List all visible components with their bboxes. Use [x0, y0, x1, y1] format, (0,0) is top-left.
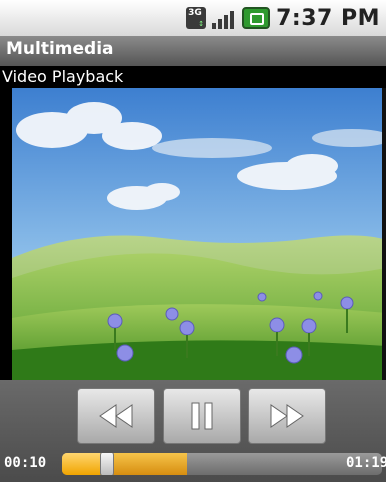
rewind-icon — [99, 404, 133, 428]
seek-row: 00:10 01:19 — [0, 450, 386, 478]
fast-forward-icon — [270, 404, 304, 428]
status-icons: 3G ↕ 7:37 PM — [186, 0, 380, 36]
seek-bar[interactable] — [62, 453, 382, 475]
media-controller: 00:10 01:19 — [0, 380, 386, 482]
video-surface[interactable] — [12, 88, 386, 380]
network-activity-label: ↕ — [198, 20, 205, 28]
app-title-bar: Multimedia — [0, 36, 386, 66]
seek-thumb[interactable] — [99, 453, 114, 475]
elapsed-time: 00:10 — [4, 455, 47, 471]
activity-subtitle-bar: Video Playback — [0, 66, 386, 88]
app-title: Multimedia — [6, 39, 114, 59]
status-bar: 3G ↕ 7:37 PM — [0, 0, 386, 37]
pause-icon — [191, 402, 213, 430]
total-time: 01:19 — [346, 455, 386, 471]
network-3g-icon: 3G ↕ — [186, 7, 207, 29]
rewind-button[interactable] — [77, 388, 155, 444]
pause-button[interactable] — [163, 388, 241, 444]
network-type-label: 3G — [188, 8, 202, 18]
app-screen: 3G ↕ 7:37 PM Multimedia Video Playback 0… — [0, 0, 386, 482]
activity-subtitle: Video Playback — [2, 67, 124, 86]
signal-strength-icon — [212, 7, 236, 29]
fast-forward-button[interactable] — [248, 388, 326, 444]
video-frame-image — [12, 88, 386, 380]
status-clock: 7:37 PM — [276, 5, 380, 31]
battery-charging-icon — [242, 7, 271, 29]
